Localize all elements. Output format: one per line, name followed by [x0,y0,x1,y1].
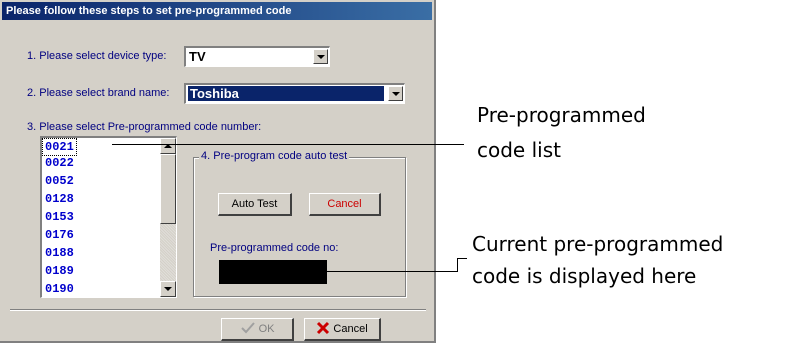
list-scrollbar[interactable] [160,138,176,297]
annotation-current-code-line1: Current pre-programmed [472,232,724,256]
code-number-label: 3. Please select Pre-programmed code num… [27,121,262,133]
annotation-code-list-line1: Pre-programmed [477,103,646,127]
current-code-display [219,260,327,284]
list-item[interactable]: 0190 [45,282,77,300]
checkmark-icon [240,322,255,334]
auto-test-cancel-button[interactable]: Cancel [309,193,381,216]
annotation-current-code-line2: code is displayed here [472,264,697,288]
list-item[interactable]: 0176 [45,228,77,246]
device-type-value: TV [189,49,206,64]
x-icon [317,321,330,335]
brand-name-select[interactable]: Toshiba [184,83,405,104]
list-item[interactable]: 0128 [45,192,77,210]
device-type-select[interactable]: TV [184,46,330,67]
scroll-down-icon[interactable] [160,281,176,297]
auto-test-button[interactable]: Auto Test [218,193,292,216]
list-item[interactable]: 0188 [45,246,77,264]
scroll-up-icon[interactable] [160,138,176,154]
code-listbox[interactable]: 0021 0022 0052 0128 0153 0176 0188 0189 … [40,136,177,298]
brand-name-value: Toshiba [188,86,384,101]
ok-button[interactable]: OK [221,318,294,341]
dropdown-arrow-icon[interactable] [388,86,403,101]
device-type-label: 1. Please select device type: [27,50,167,62]
code-list: 0021 0022 0052 0128 0153 0176 0188 0189 … [42,138,77,300]
set-code-dialog: Please follow these steps to set pre-pro… [0,0,436,343]
list-item[interactable]: 0022 [45,156,77,174]
auto-test-group-title: 4. Pre-program code auto test [199,150,350,162]
callout-line-code-list [112,144,464,145]
brand-name-label: 2. Please select brand name: [27,87,170,99]
cancel-button[interactable]: Cancel [304,318,381,341]
list-item[interactable]: 0189 [45,264,77,282]
ok-label: OK [258,323,275,335]
list-item[interactable]: 0153 [45,210,77,228]
callout-line-current-code [327,271,457,272]
dialog-title: Please follow these steps to set pre-pro… [2,2,432,20]
callout-line-current-code-tip [457,258,467,259]
dropdown-arrow-icon[interactable] [313,49,328,64]
callout-line-current-code-vert [457,258,458,272]
scroll-thumb[interactable] [160,154,176,224]
annotation-code-list-line2: code list [477,138,561,162]
code-no-label: Pre-programmed code no: [210,242,339,254]
list-item[interactable]: 0021 [42,138,77,156]
footer-separator [10,309,426,311]
cancel-label: Cancel [333,323,368,335]
list-item[interactable]: 0052 [45,174,77,192]
